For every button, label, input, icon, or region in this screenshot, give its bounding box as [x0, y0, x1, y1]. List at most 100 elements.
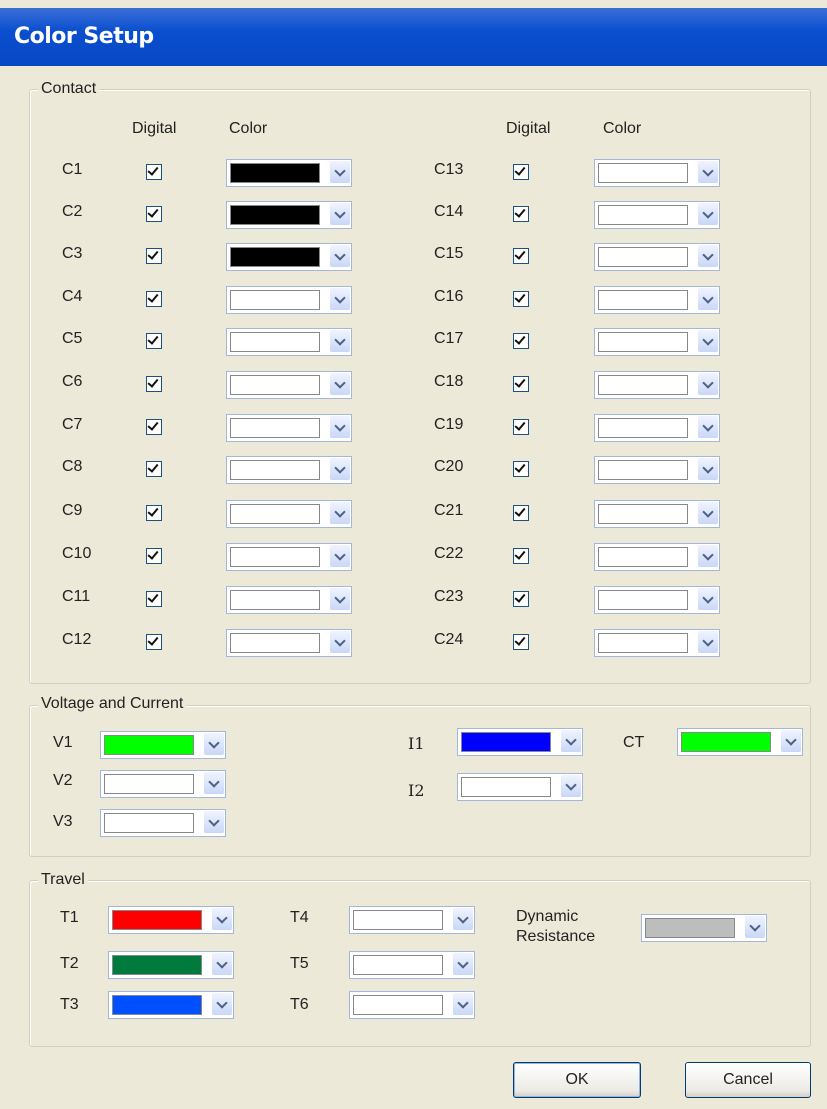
digital-checkbox[interactable] — [146, 248, 162, 264]
chevron-down-icon[interactable] — [330, 288, 350, 310]
chevron-down-icon[interactable] — [698, 203, 718, 225]
contact-color-select[interactable] — [226, 371, 352, 399]
digital-checkbox[interactable] — [513, 206, 529, 222]
contact-color-select[interactable] — [594, 456, 720, 484]
contact-color-select[interactable] — [594, 243, 720, 271]
chevron-down-icon[interactable] — [698, 161, 718, 183]
contact-color-select[interactable] — [226, 243, 352, 271]
contact-color-select[interactable] — [226, 500, 352, 528]
chevron-down-icon[interactable] — [561, 775, 581, 797]
contact-color-select[interactable] — [594, 286, 720, 314]
chevron-down-icon[interactable] — [698, 330, 718, 352]
digital-checkbox[interactable] — [513, 461, 529, 477]
i1-color-select[interactable] — [457, 728, 583, 756]
contact-color-select[interactable] — [226, 629, 352, 657]
digital-checkbox[interactable] — [146, 291, 162, 307]
chevron-down-icon[interactable] — [330, 373, 350, 395]
v1-color-select[interactable] — [100, 731, 226, 759]
digital-checkbox[interactable] — [146, 419, 162, 435]
digital-checkbox[interactable] — [513, 291, 529, 307]
digital-checkbox[interactable] — [146, 548, 162, 564]
contact-color-select[interactable] — [594, 201, 720, 229]
chevron-down-icon[interactable] — [330, 502, 350, 524]
chevron-down-icon[interactable] — [204, 811, 224, 833]
digital-checkbox[interactable] — [513, 333, 529, 349]
digital-checkbox[interactable] — [146, 461, 162, 477]
t6-color-select[interactable] — [349, 991, 475, 1019]
t5-color-select[interactable] — [349, 951, 475, 979]
contact-color-select[interactable] — [226, 586, 352, 614]
digital-checkbox[interactable] — [146, 206, 162, 222]
chevron-down-icon[interactable] — [330, 203, 350, 225]
digital-checkbox[interactable] — [513, 419, 529, 435]
t4-color-select[interactable] — [349, 906, 475, 934]
chevron-down-icon[interactable] — [698, 416, 718, 438]
contact-color-select[interactable] — [594, 500, 720, 528]
chevron-down-icon[interactable] — [453, 953, 473, 975]
contact-color-select[interactable] — [226, 201, 352, 229]
contact-color-select[interactable] — [226, 286, 352, 314]
digital-checkbox[interactable] — [146, 591, 162, 607]
chevron-down-icon[interactable] — [698, 588, 718, 610]
contact-color-select[interactable] — [594, 414, 720, 442]
chevron-down-icon[interactable] — [330, 458, 350, 480]
v2-color-select[interactable] — [100, 770, 226, 798]
digital-checkbox[interactable] — [146, 164, 162, 180]
chevron-down-icon[interactable] — [330, 245, 350, 267]
digital-checkbox[interactable] — [146, 634, 162, 650]
chevron-down-icon[interactable] — [453, 908, 473, 930]
v3-color-select[interactable] — [100, 809, 226, 837]
chevron-down-icon[interactable] — [330, 330, 350, 352]
cancel-button[interactable]: Cancel — [685, 1062, 811, 1098]
contact-color-select[interactable] — [226, 159, 352, 187]
chevron-down-icon[interactable] — [698, 245, 718, 267]
contact-color-select[interactable] — [594, 543, 720, 571]
chevron-down-icon[interactable] — [212, 908, 232, 930]
chevron-down-icon[interactable] — [698, 631, 718, 653]
chevron-down-icon[interactable] — [212, 993, 232, 1015]
digital-checkbox[interactable] — [513, 505, 529, 521]
chevron-down-icon[interactable] — [745, 916, 765, 938]
digital-checkbox[interactable] — [513, 248, 529, 264]
contact-color-select[interactable] — [226, 414, 352, 442]
chevron-down-icon[interactable] — [204, 772, 224, 794]
chevron-down-icon[interactable] — [204, 733, 224, 755]
digital-checkbox[interactable] — [513, 634, 529, 650]
chevron-down-icon[interactable] — [453, 993, 473, 1015]
chevron-down-icon[interactable] — [698, 458, 718, 480]
chevron-down-icon[interactable] — [698, 373, 718, 395]
digital-checkbox[interactable] — [146, 376, 162, 392]
digital-checkbox[interactable] — [513, 548, 529, 564]
i2-color-select[interactable] — [457, 773, 583, 801]
digital-checkbox[interactable] — [146, 333, 162, 349]
ct-color-select[interactable] — [677, 728, 803, 756]
contact-color-select[interactable] — [594, 371, 720, 399]
dynamic-resistance-color-select[interactable] — [641, 914, 767, 942]
chevron-down-icon[interactable] — [781, 730, 801, 752]
chevron-down-icon[interactable] — [698, 502, 718, 524]
contact-color-select[interactable] — [594, 328, 720, 356]
chevron-down-icon[interactable] — [330, 545, 350, 567]
contact-color-select[interactable] — [594, 586, 720, 614]
digital-checkbox[interactable] — [513, 376, 529, 392]
contact-color-select[interactable] — [226, 328, 352, 356]
digital-checkbox[interactable] — [146, 505, 162, 521]
t3-color-select[interactable] — [108, 991, 234, 1019]
chevron-down-icon[interactable] — [698, 288, 718, 310]
chevron-down-icon[interactable] — [561, 730, 581, 752]
chevron-down-icon[interactable] — [330, 161, 350, 183]
chevron-down-icon[interactable] — [330, 416, 350, 438]
chevron-down-icon[interactable] — [330, 588, 350, 610]
chevron-down-icon[interactable] — [698, 545, 718, 567]
title-bar[interactable]: Color Setup — [0, 8, 827, 66]
contact-color-select[interactable] — [226, 456, 352, 484]
contact-color-select[interactable] — [226, 543, 352, 571]
digital-checkbox[interactable] — [513, 591, 529, 607]
contact-color-select[interactable] — [594, 159, 720, 187]
chevron-down-icon[interactable] — [212, 953, 232, 975]
digital-checkbox[interactable] — [513, 164, 529, 180]
ok-button[interactable]: OK — [513, 1062, 641, 1098]
t2-color-select[interactable] — [108, 951, 234, 979]
t1-color-select[interactable] — [108, 906, 234, 934]
contact-color-select[interactable] — [594, 629, 720, 657]
